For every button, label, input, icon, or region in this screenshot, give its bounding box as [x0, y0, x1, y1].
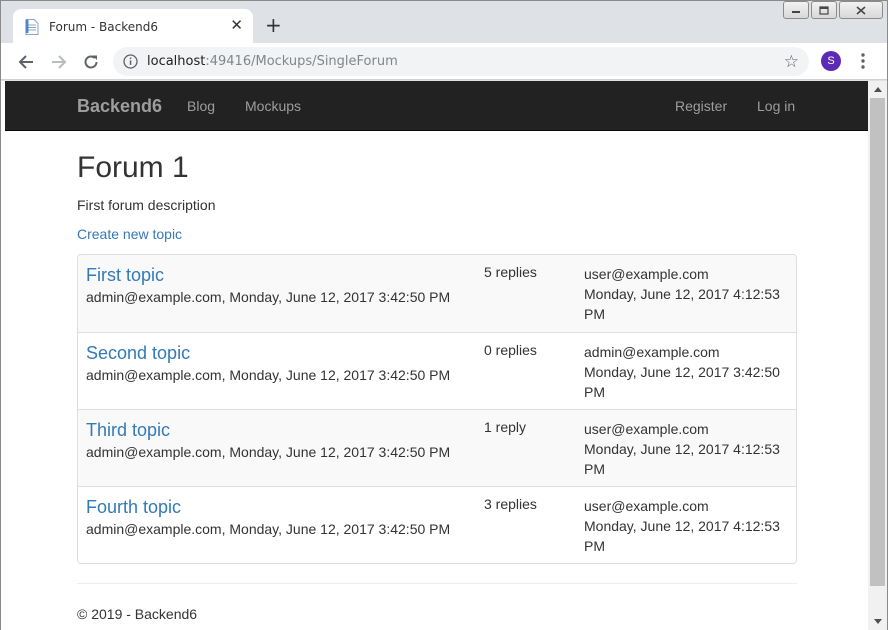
info-icon[interactable] — [123, 54, 138, 69]
browser-tab[interactable]: Forum - Backend6 ✕ — [13, 9, 253, 43]
browser-menu-icon[interactable] — [857, 52, 869, 70]
table-row: Fourth topic admin@example.com, Monday, … — [78, 486, 796, 563]
last-post-user: user@example.com — [584, 498, 709, 514]
topics-table: First topic admin@example.com, Monday, J… — [77, 254, 797, 564]
back-arrow-icon — [18, 55, 33, 69]
back-button[interactable] — [15, 51, 37, 73]
topic-last-post: user@example.com Monday, June 12, 2017 4:… — [584, 419, 794, 479]
browser-toolbar: localhost:49416/Mockups/SingleForum ☆ S — [1, 43, 887, 80]
minimize-icon — [792, 11, 800, 13]
nav-mockups[interactable]: Mockups — [245, 98, 301, 114]
scroll-up-button[interactable] — [868, 81, 887, 98]
scroll-down-button[interactable] — [868, 613, 887, 630]
topic-meta: admin@example.com, Monday, June 12, 2017… — [86, 367, 451, 383]
profile-avatar[interactable]: S — [821, 51, 841, 71]
site-brand[interactable]: Backend6 — [77, 96, 162, 117]
new-tab-button[interactable]: + — [265, 15, 282, 35]
restore-icon — [819, 5, 829, 15]
create-topic-link[interactable]: Create new topic — [77, 226, 182, 242]
site-footer: © 2019 - Backend6 — [77, 606, 198, 622]
topic-meta: admin@example.com, Monday, June 12, 2017… — [86, 521, 451, 537]
window-close-icon — [856, 5, 866, 15]
topic-meta: admin@example.com, Monday, June 12, 2017… — [86, 444, 451, 460]
vertical-scrollbar[interactable] — [868, 81, 887, 630]
topic-title-link[interactable]: First topic — [86, 265, 164, 286]
url-host: localhost — [147, 54, 206, 69]
window-close-button[interactable] — [839, 1, 883, 19]
footer-divider — [77, 583, 797, 584]
minimize-button[interactable] — [783, 1, 809, 19]
tab-bar: Forum - Backend6 ✕ + — [1, 1, 887, 43]
close-tab-icon[interactable]: ✕ — [230, 18, 243, 34]
reload-icon — [84, 55, 98, 69]
table-row: First topic admin@example.com, Monday, J… — [78, 255, 796, 332]
last-post-user: admin@example.com — [584, 344, 720, 360]
topic-title-link[interactable]: Fourth topic — [86, 497, 181, 518]
topic-last-post: admin@example.com Monday, June 12, 2017 3… — [584, 342, 794, 402]
nav-register[interactable]: Register — [675, 98, 727, 114]
last-post-date: Monday, June 12, 2017 4:12:53 PM — [584, 518, 780, 554]
tab-title: Forum - Backend6 — [49, 20, 158, 34]
topic-replies: 1 reply — [484, 419, 527, 435]
reload-button[interactable] — [80, 51, 102, 73]
scroll-down-arrow-icon — [873, 619, 882, 624]
bookmark-star-icon[interactable]: ☆ — [784, 52, 799, 72]
last-post-date: Monday, June 12, 2017 4:12:53 PM — [584, 286, 780, 322]
nav-login[interactable]: Log in — [757, 98, 795, 114]
topic-title-link[interactable]: Second topic — [86, 343, 190, 364]
last-post-date: Monday, June 12, 2017 3:42:50 PM — [584, 364, 780, 400]
page-viewport: Backend6 Blog Mockups Register Log in Fo… — [1, 81, 868, 630]
last-post-user: user@example.com — [584, 421, 709, 437]
address-bar[interactable]: localhost:49416/Mockups/SingleForum ☆ — [113, 47, 809, 76]
scrollbar-thumb[interactable] — [870, 98, 885, 586]
browser-window: Forum - Backend6 ✕ + localhost:49416/Moc… — [0, 0, 888, 630]
table-row: Second topic admin@example.com, Monday, … — [78, 332, 796, 409]
topic-replies: 3 replies — [484, 496, 537, 512]
topic-replies: 5 replies — [484, 264, 537, 280]
topic-replies: 0 replies — [484, 342, 537, 358]
forum-description: First forum description — [77, 197, 216, 213]
url-text[interactable]: localhost:49416/Mockups/SingleForum — [147, 54, 398, 69]
nav-blog[interactable]: Blog — [187, 98, 215, 114]
restore-button[interactable] — [811, 1, 837, 19]
page-icon — [25, 19, 39, 35]
last-post-user: user@example.com — [584, 266, 709, 282]
forward-button[interactable] — [48, 51, 70, 73]
forward-arrow-icon — [52, 55, 67, 69]
topic-last-post: user@example.com Monday, June 12, 2017 4:… — [584, 264, 794, 324]
site-navbar: Backend6 Blog Mockups Register Log in — [5, 81, 868, 131]
topic-meta: admin@example.com, Monday, June 12, 2017… — [86, 289, 451, 305]
scroll-up-arrow-icon — [873, 87, 882, 92]
url-path: :49416/Mockups/SingleForum — [205, 54, 398, 69]
last-post-date: Monday, June 12, 2017 4:12:53 PM — [584, 441, 780, 477]
topic-title-link[interactable]: Third topic — [86, 420, 170, 441]
page-title: Forum 1 — [77, 151, 189, 184]
topic-last-post: user@example.com Monday, June 12, 2017 4:… — [584, 496, 794, 556]
window-controls — [781, 1, 883, 21]
table-row: Third topic admin@example.com, Monday, J… — [78, 409, 796, 486]
